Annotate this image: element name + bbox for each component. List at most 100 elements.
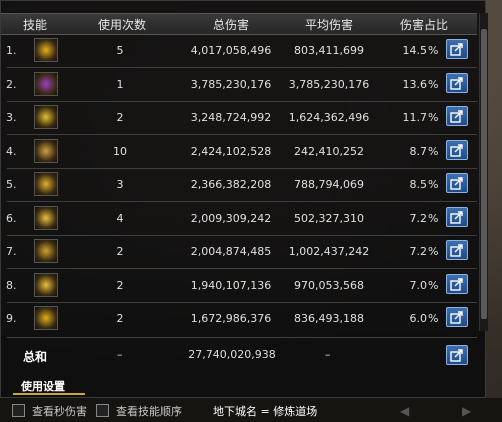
row-pct-sign: % [428,211,439,225]
row-avg-damage: 970,053,568 [294,278,364,292]
summary-divider [7,337,477,338]
row-share-button[interactable] [446,173,468,193]
row-avg-damage: 803,411,699 [294,44,364,57]
row-avg-damage: 1,624,362,496 [288,111,370,124]
row-damage-pct: 7.2 [409,211,428,225]
row-number: 4. [6,144,17,158]
row-uses: 4 [116,211,124,225]
strike-skill-icon[interactable] [34,172,58,196]
prev-arrow-icon[interactable]: ◀ [400,404,409,418]
share-icon [450,277,463,291]
row-avg-damage: 836,493,188 [294,312,364,325]
dps-checkbox-label[interactable]: 查看秒伤害 [32,403,87,419]
table-row: 2. 1 3,785,230,176 3,785,230,176 13.6% [1,69,477,100]
row-damage-pct: 7.2 [409,245,428,258]
row-pct-sign: % [428,312,439,325]
row-number: 9. [6,312,17,325]
scrollbar[interactable] [479,13,488,331]
row-pct-sign: % [428,144,439,158]
row-share-button[interactable] [446,307,468,327]
row-damage-pct: 8.7 [409,144,428,158]
table-row: 1. 5 4,017,058,496 803,411,699 14.5% [1,35,477,66]
row-pct-sign: % [428,245,439,258]
skill-order-checkbox-label[interactable]: 查看技能顺序 [116,403,182,419]
table-row: 9. 2 1,672,986,376 836,493,188 6.0% [1,303,477,334]
row-number: 7. [6,245,17,258]
row-pct-sign: % [428,111,439,124]
damage-stats-panel: 技能 使用次数 总伤害 平均伤害 伤害占比 1. 5 4,017,058,496 80… [0,0,488,398]
row-number: 8. [6,278,17,292]
bottom-options-bar: 查看秒伤害 查看技能顺序 地下城名 = 修炼道场 ◀ ▶ [0,398,502,422]
club-skill-icon[interactable] [34,138,58,163]
next-arrow-icon[interactable]: ▶ [462,404,471,418]
dps-checkbox[interactable] [12,404,25,417]
ring-skill-icon[interactable] [34,239,58,263]
header-skill: 技能 [22,18,47,32]
row-pct-sign: % [428,278,439,292]
multi-slash-skill-icon[interactable] [34,205,58,230]
row-uses: 5 [116,44,124,57]
row-uses: 2 [116,245,124,258]
row-share-button[interactable] [446,240,468,260]
summary-row: 总和 – 27,740,020,938 – [1,342,477,370]
row-damage-pct: 6.0 [409,312,428,325]
row-uses: 3 [116,178,124,191]
row-number: 6. [6,211,17,225]
row-number: 3. [6,111,17,124]
row-share-button[interactable] [446,106,468,126]
row-pct-sign: % [428,178,439,191]
crescent-slash-skill-icon[interactable] [34,306,58,330]
row-number: 2. [6,77,17,91]
share-icon [450,143,463,157]
light-spear-skill-icon[interactable] [34,105,58,129]
row-share-button[interactable] [446,39,468,59]
row-uses: 2 [116,278,124,292]
row-uses: 10 [113,144,127,158]
row-share-button[interactable] [446,206,468,227]
skill-order-checkbox[interactable] [96,404,109,417]
summary-label: 总和 [23,350,48,364]
row-uses: 2 [116,312,124,325]
row-uses: 2 [116,111,124,124]
share-icon [450,177,463,190]
table-row: 8. 2 1,940,107,136 970,053,568 7.0% [1,270,477,301]
table-row: 4. 10 2,424,102,528 242,410,252 8.7% [1,136,477,167]
row-avg-damage: 788,794,069 [294,178,364,191]
row-damage-pct: 13.6 [402,77,428,91]
summary-avg: – [325,348,331,361]
share-icon [450,311,463,324]
row-damage-pct: 8.5 [409,178,428,191]
settings-tab[interactable]: 使用设置 [13,375,85,395]
flame-skill-icon[interactable] [34,38,58,62]
scroll-thumb[interactable] [481,29,487,319]
summary-total: 27,740,020,938 [188,348,276,361]
summary-share-button[interactable] [446,345,468,365]
row-number: 1. [6,44,17,57]
row-share-button[interactable] [446,139,468,160]
table-row: 5. 3 2,366,382,208 788,794,069 8.5% [1,169,477,200]
row-pct-sign: % [428,77,439,91]
row-pct-sign: % [428,44,439,57]
row-uses: 1 [116,77,124,91]
row-avg-damage: 242,410,252 [294,144,364,158]
row-avg-damage: 3,785,230,176 [288,77,370,91]
share-icon [450,210,463,224]
dungeon-name: 地下城名 = 修炼道场 [213,405,318,418]
row-avg-damage: 1,002,437,242 [288,245,370,258]
summary-uses: – [117,348,123,361]
star-burst-skill-icon[interactable] [34,272,58,297]
header-uses: 使用次数 [97,18,146,32]
table-row: 6. 4 2,009,309,242 502,327,310 7.2% [1,203,477,234]
table-row: 3. 2 3,248,724,992 1,624,362,496 11.7% [1,102,477,133]
share-icon [450,43,463,56]
header-pct: 伤害占比 [399,18,448,32]
row-avg-damage: 502,327,310 [294,211,364,225]
row-number: 5. [6,178,17,191]
purple-burst-skill-icon[interactable] [34,71,58,96]
header-avg: 平均伤害 [304,18,353,32]
row-share-button[interactable] [446,273,468,294]
share-icon [450,76,463,90]
row-share-button[interactable] [446,72,468,93]
share-icon [450,110,463,123]
share-icon [450,349,463,362]
